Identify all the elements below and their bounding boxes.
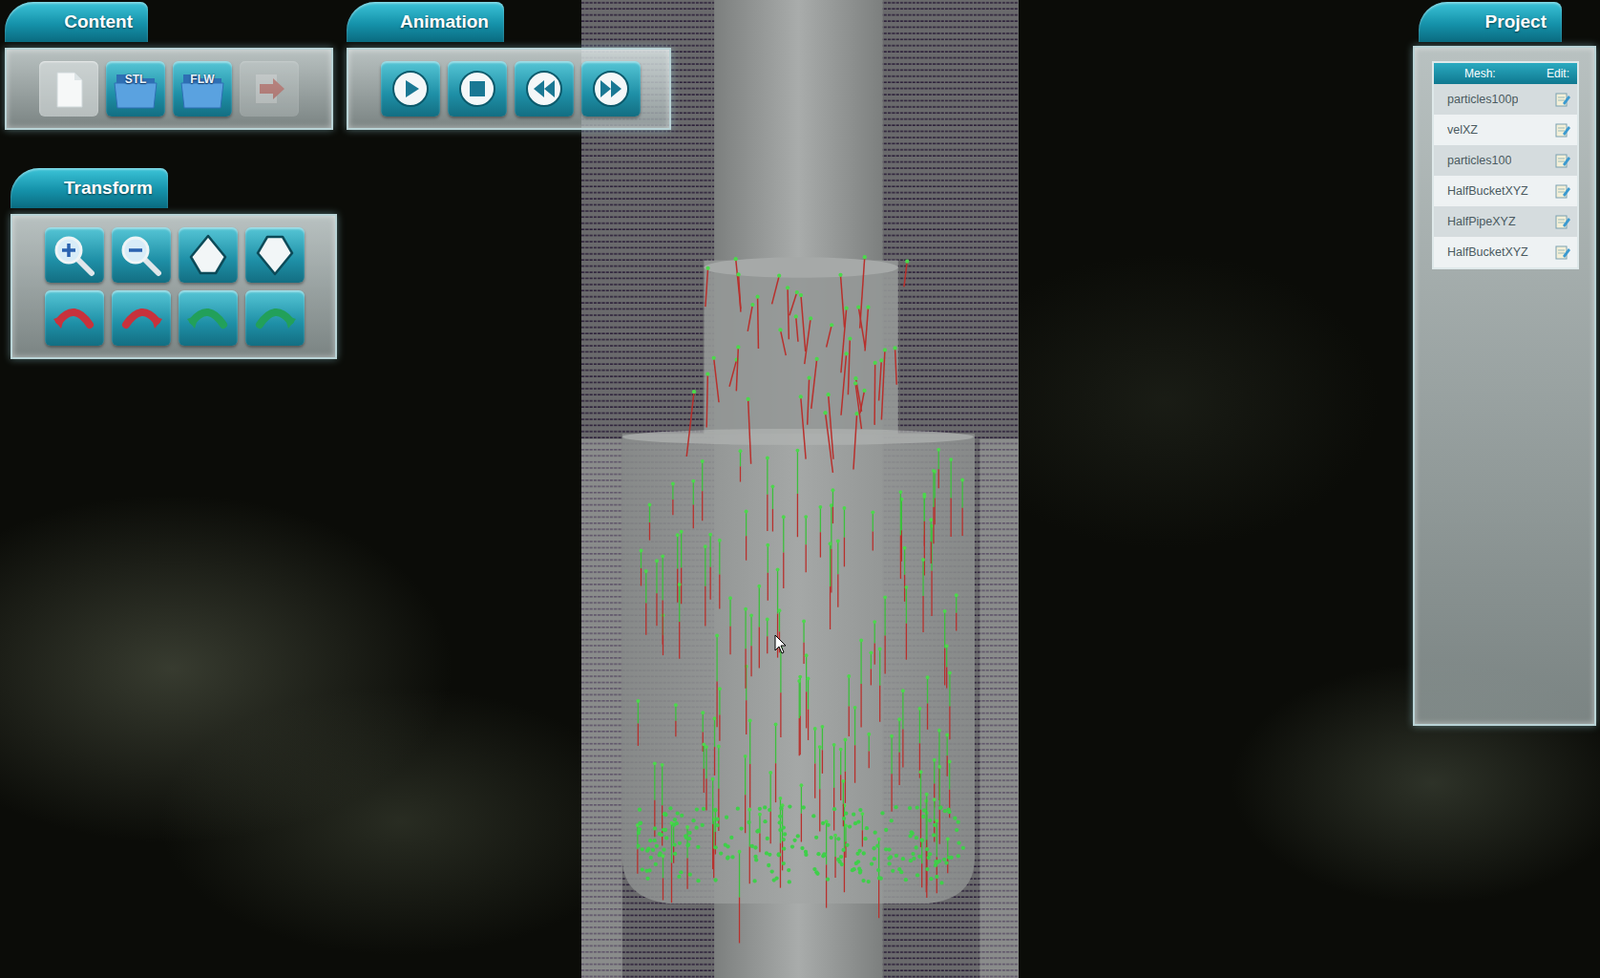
column-header: Edit: — [1546, 64, 1570, 83]
down-icon — [252, 232, 298, 277]
folder-button[interactable]: FLW — [172, 61, 232, 117]
folder-button[interactable]: STL — [105, 61, 166, 117]
transform-toolbox — [10, 213, 337, 359]
stop-button[interactable] — [447, 61, 507, 117]
edit-button[interactable] — [1554, 151, 1572, 169]
mouse-cursor-icon — [774, 633, 788, 655]
edit-icon — [1554, 212, 1572, 231]
export-button[interactable] — [239, 61, 299, 117]
transform-buttons — [44, 227, 316, 346]
transform-tab[interactable]: Transform — [10, 168, 169, 209]
edit-button[interactable] — [1554, 212, 1572, 231]
edit-button[interactable] — [1554, 90, 1572, 108]
rotate-cw-icon — [118, 295, 165, 340]
edit-icon — [1554, 243, 1572, 261]
flow-render — [581, 0, 1019, 978]
content-tab[interactable]: Content — [4, 1, 148, 43]
mesh-name: velXZ — [1441, 121, 1478, 140]
zoom-in-icon — [51, 232, 98, 277]
mesh-row[interactable]: HalfPipeXYZ — [1433, 206, 1578, 237]
edit-icon — [1554, 90, 1572, 108]
mesh-row[interactable]: particles100p — [1433, 84, 1578, 115]
forward-button[interactable] — [581, 61, 641, 117]
rewind-icon — [521, 66, 568, 111]
content-toolbox: STL FLW — [4, 47, 334, 130]
folder-label: FLW — [172, 70, 232, 88]
rewind-button[interactable] — [514, 61, 574, 117]
edit-icon — [1554, 151, 1572, 169]
zoom-out-icon — [118, 232, 165, 277]
zoom-in-button[interactable] — [44, 227, 105, 283]
project-panel: Project Mesh: Edit: particles100p velXZ parti… — [1412, 1, 1597, 726]
content-panel: Content STL FLW — [4, 1, 334, 130]
panel-title: Project — [1485, 8, 1547, 37]
transform-panel: Transform — [10, 168, 337, 359]
mesh-name: HalfBucketXYZ — [1441, 182, 1529, 201]
edit-button[interactable] — [1554, 182, 1572, 200]
export-icon — [246, 66, 293, 111]
up-button[interactable] — [178, 227, 238, 283]
folder-label: STL — [105, 70, 166, 88]
new-button[interactable] — [39, 61, 99, 117]
animation-tab[interactable]: Animation — [346, 1, 505, 43]
rotate-ccw-button[interactable] — [44, 290, 105, 346]
up-icon — [185, 232, 232, 277]
panel-title: Content — [63, 8, 133, 37]
simulation-viewport[interactable] — [581, 0, 1019, 978]
forward-icon — [588, 66, 634, 111]
column-header: Mesh: — [1464, 64, 1496, 83]
content-buttons: STL FLW — [39, 61, 313, 117]
project-box: Mesh: Edit: particles100p velXZ particles100… — [1412, 45, 1597, 726]
mesh-row[interactable]: HalfBucketXYZ — [1433, 236, 1578, 268]
mesh-name: HalfPipeXYZ — [1441, 212, 1516, 232]
panel-title: Transform — [63, 174, 153, 203]
rotate-ccw-icon — [51, 295, 98, 340]
play-icon — [387, 66, 434, 111]
animation-buttons — [380, 61, 651, 117]
rotate-cw-button[interactable] — [245, 290, 305, 346]
project-tab[interactable]: Project — [1418, 1, 1562, 43]
animation-toolbox — [346, 47, 672, 130]
edit-button[interactable] — [1554, 121, 1572, 139]
new-icon — [45, 66, 92, 111]
animation-panel: Animation — [346, 1, 672, 130]
edit-icon — [1554, 182, 1572, 200]
rotate-cw-button[interactable] — [111, 290, 171, 346]
rotate-cw-icon — [252, 295, 298, 340]
edit-icon — [1554, 121, 1572, 139]
mesh-name: particles100p — [1441, 90, 1518, 109]
down-button[interactable] — [245, 227, 305, 283]
stop-icon — [454, 66, 501, 111]
mesh-list: Mesh: Edit: particles100p velXZ particles100… — [1431, 61, 1579, 270]
play-button[interactable] — [380, 61, 441, 117]
mesh-list-header: Mesh: Edit: — [1433, 63, 1578, 85]
mesh-row[interactable]: particles100 — [1433, 145, 1578, 176]
rotate-ccw-icon — [185, 295, 232, 340]
mesh-row[interactable]: HalfBucketXYZ — [1433, 175, 1578, 207]
edit-button[interactable] — [1554, 243, 1572, 261]
mesh-name: HalfBucketXYZ — [1441, 243, 1529, 262]
mesh-row[interactable]: velXZ — [1433, 114, 1578, 146]
zoom-out-button[interactable] — [111, 227, 171, 283]
panel-title: Animation — [400, 8, 489, 37]
rotate-ccw-button[interactable] — [178, 290, 238, 346]
mesh-name: particles100 — [1441, 151, 1512, 170]
